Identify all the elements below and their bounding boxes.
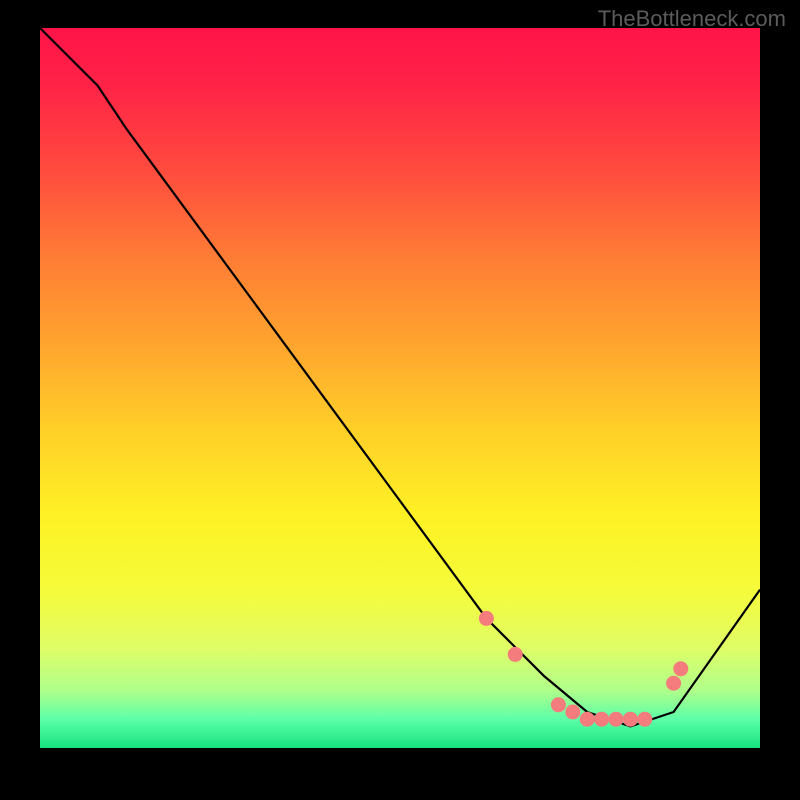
data-point [551,698,565,712]
data-point [566,705,580,719]
data-point [479,611,493,625]
data-point [595,712,609,726]
data-point [623,712,637,726]
data-point [638,712,652,726]
chart-svg [40,28,760,748]
watermark-text: TheBottleneck.com [598,6,786,32]
data-point [674,662,688,676]
chart-container [40,28,760,748]
data-point [609,712,623,726]
line-series [40,28,760,726]
data-point [508,647,522,661]
data-point [667,676,681,690]
data-point [580,712,594,726]
